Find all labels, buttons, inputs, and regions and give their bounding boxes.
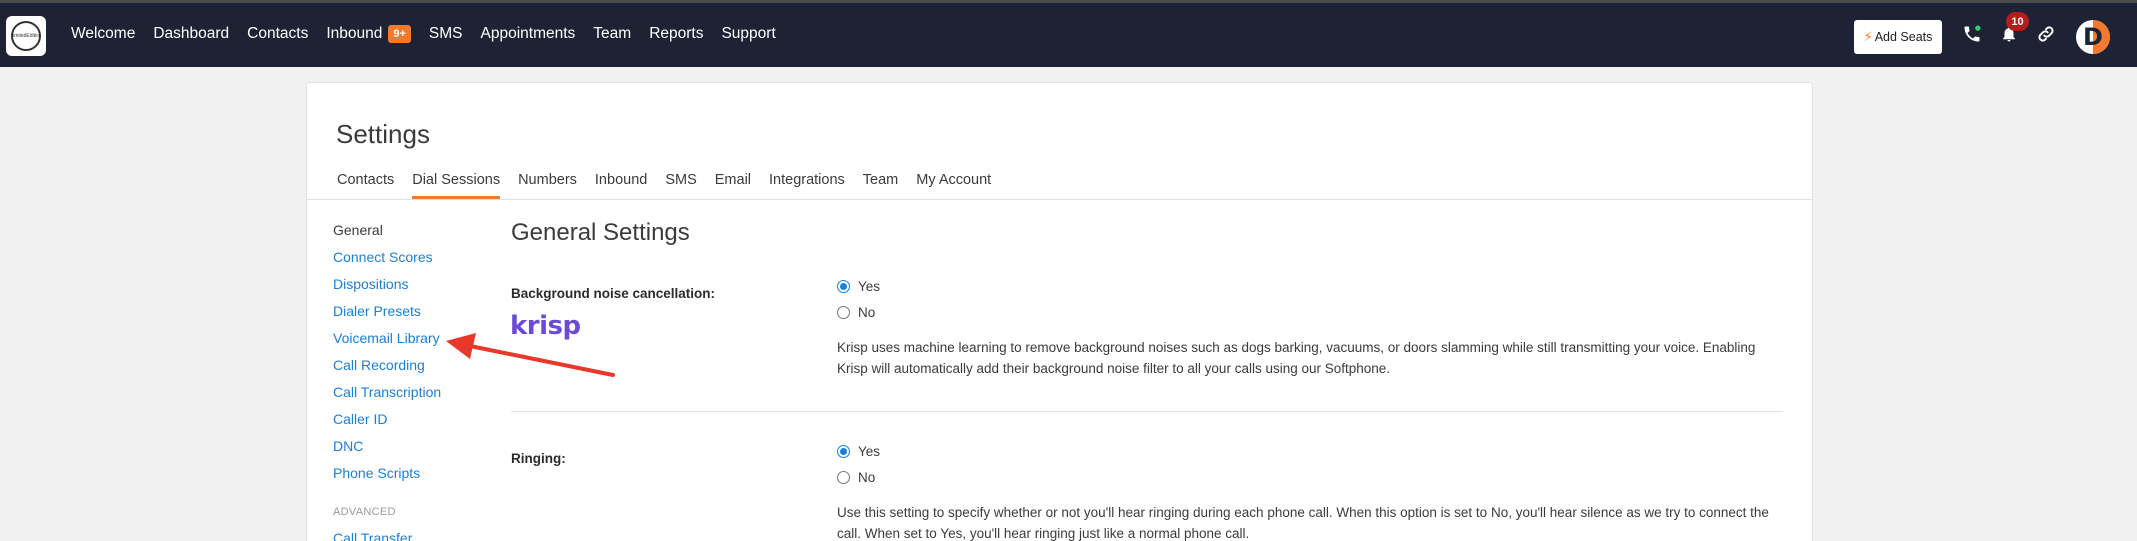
annotation-arrow xyxy=(446,333,615,377)
arrow-head xyxy=(446,333,476,359)
arrow-shaft xyxy=(468,344,615,377)
